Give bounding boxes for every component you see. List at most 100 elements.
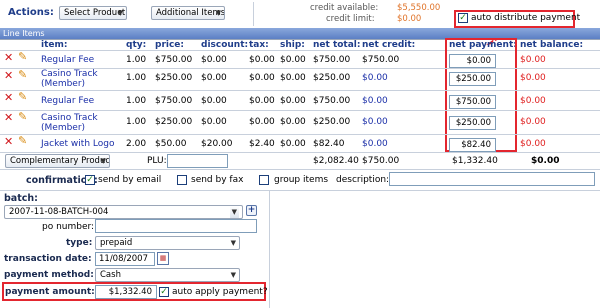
tax-value: $0.00 [249,73,275,83]
discount-value: $0.00 [201,55,227,65]
net-balance-value: $0.00 [520,96,546,106]
payment-method-dropdown[interactable]: Cash ▼ [95,268,240,282]
qty-value: 1.00 [126,55,147,65]
discount-value: $0.00 [201,117,227,127]
group-items-checkbox[interactable] [259,175,269,185]
type-dropdown[interactable]: prepaid ▼ [95,236,240,250]
col-header-tax: tax: [249,40,269,50]
net-credit-value: $750.00 [362,55,400,65]
item-link-line2[interactable]: (Member) [41,123,85,133]
po-number-input[interactable] [95,219,257,233]
row-divider [0,90,600,91]
item-link[interactable]: Casino Track [41,69,98,79]
transaction-date-input[interactable]: 11/08/2007 [95,252,155,266]
col-header-item: item: [41,40,68,50]
item-link[interactable]: Jacket with Logo [41,139,114,149]
chevron-down-icon: ▼ [230,239,236,247]
delete-icon[interactable]: ✕ [4,111,13,124]
description-label: description: [336,175,390,185]
net-payment-input[interactable]: $250.00 [449,116,496,130]
net-credit-value: $0.00 [362,73,388,83]
plu-input[interactable] [167,154,228,168]
type-label: type: [66,238,93,248]
edit-pencil-icon[interactable]: ✎ [18,134,27,147]
net-credit-value: $0.00 [362,117,388,127]
send-fax-label: send by fax [191,175,244,185]
delete-icon[interactable]: ✕ [4,51,13,64]
net-payment-input[interactable]: $250.00 [449,72,496,86]
plu-label: PLU: [147,156,167,166]
col-header-ship: ship: [280,40,305,50]
net-balance-value: $0.00 [520,55,546,65]
section-divider [0,169,600,170]
net-payment-input[interactable]: $82.40 [449,138,496,152]
type-value: prepaid [100,238,133,248]
price-value: $750.00 [155,96,193,106]
chevron-down-icon: ▼ [230,271,236,279]
ship-value: $0.00 [280,55,306,65]
description-input[interactable] [389,172,595,186]
divider [253,2,254,26]
net-total-value: $250.00 [313,73,351,83]
transaction-date-label: transaction date: [4,254,92,264]
net-total-value: $250.00 [313,117,351,127]
net-credit-value: $0.00 [362,96,388,106]
col-header-qty: qty: [126,40,147,50]
qty-value: 2.00 [126,139,147,149]
line-items-title: Line Items [3,29,45,38]
row-divider [0,134,600,135]
auto-apply-checkbox[interactable]: ✓ [159,287,169,297]
calendar-icon[interactable]: ▦ [157,252,169,265]
chevron-down-icon: ▼ [229,206,239,218]
edit-pencil-icon[interactable]: ✎ [18,90,27,103]
payment-amount-input[interactable]: $1,332.40 [95,285,157,299]
add-batch-icon[interactable]: + [246,205,257,216]
send-email-checkbox[interactable]: ✓ [85,175,95,185]
credit-available-value: $5,550.00 [397,3,441,13]
send-fax-checkbox[interactable] [177,175,187,185]
edit-pencil-icon[interactable]: ✎ [18,50,27,63]
ship-value: $0.00 [280,73,306,83]
auto-distribute-checkbox[interactable]: ✓ [458,13,468,23]
item-link[interactable]: Regular Fee [41,96,94,106]
net-balance-value: $0.00 [520,117,546,127]
item-link-line2[interactable]: (Member) [41,79,85,89]
footer-credit: $750.00 [362,156,400,166]
delete-icon[interactable]: ✕ [4,135,13,148]
payment-method-label: payment method: [4,270,94,280]
col-header-net-balance: net balance: [520,40,584,50]
chevron-down-icon: ▼ [215,9,221,17]
send-email-label: send by email [98,175,162,185]
delete-icon[interactable]: ✕ [4,91,13,104]
net-payment-input[interactable]: $0.00 [449,54,496,68]
discount-value: $0.00 [201,73,227,83]
section-divider [0,190,600,191]
price-value: $250.00 [155,73,193,83]
row-divider [0,110,600,111]
net-total-value: $750.00 [313,55,351,65]
additional-items-dropdown[interactable]: Additional Items ▼ [151,6,225,20]
net-payment-input[interactable]: $750.00 [449,95,496,109]
actions-label: Actions: [8,7,54,18]
credit-limit-label: credit limit: [326,14,375,24]
select-product-dropdown[interactable]: Select Product ▼ [59,6,127,20]
select-product-label: Select Product [64,8,126,18]
col-header-discount: discount: [201,40,249,50]
qty-value: 1.00 [126,73,147,83]
credit-limit-value: $0.00 [397,14,422,24]
edit-pencil-icon[interactable]: ✎ [18,110,27,123]
batch-dropdown[interactable]: 2007-11-08-BATCH-004 ▼ [4,205,243,219]
tax-value: $0.00 [249,117,275,127]
footer-payment: $1,332.40 [452,156,498,166]
item-link[interactable]: Casino Track [41,113,98,123]
net-total-value: $750.00 [313,96,351,106]
qty-value: 1.00 [126,96,147,106]
net-total-value: $82.40 [313,139,345,149]
item-link[interactable]: Regular Fee [41,55,94,65]
complementary-products-dropdown[interactable]: Complementary Products ▼ [5,154,110,168]
delete-icon[interactable]: ✕ [4,69,13,82]
edit-pencil-icon[interactable]: ✎ [18,68,27,81]
po-number-label: po number: [42,222,95,232]
credit-available-label: credit available: [310,3,379,13]
tax-value: $2.40 [249,139,275,149]
